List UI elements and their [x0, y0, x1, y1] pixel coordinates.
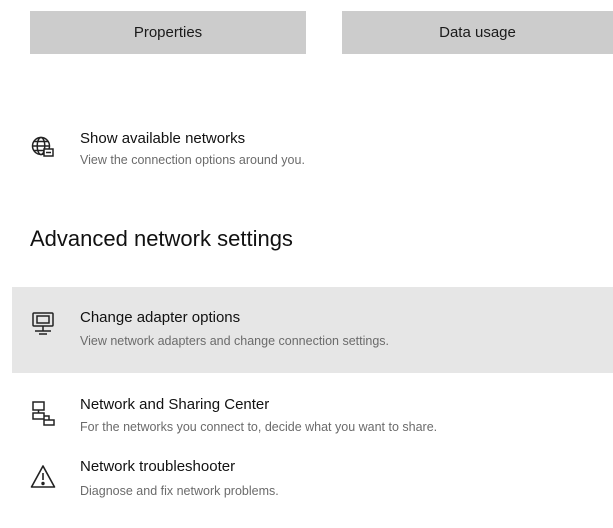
troubleshooter-title: Network troubleshooter: [80, 458, 236, 475]
sharing-center-icon: [30, 400, 56, 426]
network-sharing-center-link[interactable]: Network and Sharing Center For the netwo…: [12, 386, 613, 442]
warning-triangle-icon: [30, 464, 56, 490]
advanced-settings-heading: Advanced network settings: [30, 226, 293, 251]
adapter-options-description: View network adapters and change connect…: [80, 334, 389, 348]
sharing-center-description: For the networks you connect to, decide …: [80, 420, 438, 434]
show-available-networks-link[interactable]: Show available networks View the connect…: [12, 118, 613, 182]
top-button-row: Properties Data usage: [30, 11, 613, 54]
network-troubleshooter-link[interactable]: Network troubleshooter Diagnose and fix …: [12, 448, 613, 512]
adapter-monitor-icon: [30, 310, 56, 336]
globe-network-icon: [30, 134, 56, 160]
change-adapter-options-link[interactable]: Change adapter options View network adap…: [12, 287, 613, 373]
network-settings-page: Properties Data usage Show available net…: [0, 0, 613, 528]
show-networks-description: View the connection options around you.: [80, 153, 305, 167]
show-networks-title: Show available networks: [80, 130, 246, 147]
troubleshooter-description: Diagnose and fix network problems.: [80, 484, 279, 498]
data-usage-button[interactable]: Data usage: [342, 11, 613, 54]
properties-button[interactable]: Properties: [30, 11, 306, 54]
sharing-center-title: Network and Sharing Center: [80, 396, 270, 413]
adapter-options-title: Change adapter options: [80, 309, 241, 326]
